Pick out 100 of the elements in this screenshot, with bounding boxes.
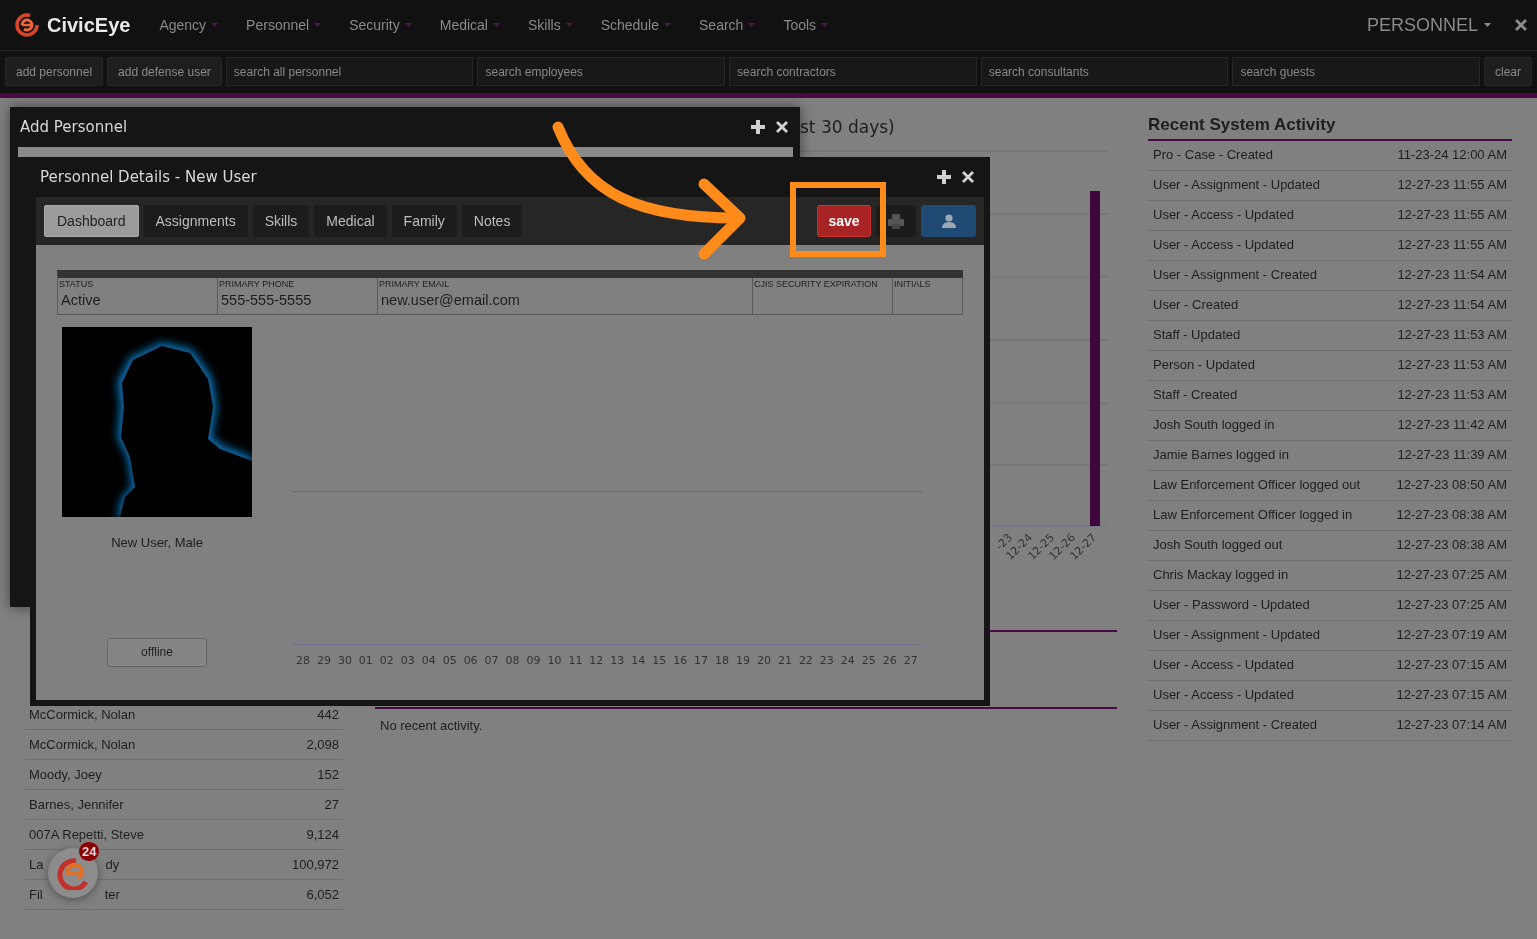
activity-event: User - Access - Updated: [1153, 656, 1294, 675]
field-label: INITIALS: [894, 279, 932, 290]
axis-label: 04: [421, 653, 436, 669]
search-field[interactable]: search consultants: [980, 57, 1229, 86]
activity-event: Jamie Barnes logged in: [1153, 446, 1289, 465]
user-icon: [941, 214, 956, 228]
activity-time: 11-23-24 12:00 AM: [1397, 146, 1507, 165]
menu-item[interactable]: Security: [340, 14, 421, 36]
menu-item[interactable]: Tools: [774, 14, 838, 36]
field-label: PRIMARY PHONE: [219, 279, 296, 290]
caret-icon: [664, 23, 672, 27]
axis-label: 28: [296, 653, 310, 669]
menu-item[interactable]: Schedule: [591, 14, 681, 36]
tab[interactable]: Family: [391, 205, 457, 237]
activity-event: User - Access - Updated: [1153, 206, 1294, 225]
activity-event: Pro - Case - Created: [1153, 146, 1273, 165]
axis-label: 17: [694, 653, 709, 669]
activity-event: Staff - Created: [1153, 386, 1238, 405]
axis-label: 26: [882, 653, 897, 669]
table-cell-text: ter: [104, 885, 120, 904]
brand-name: CivicEye: [47, 13, 131, 38]
close-icon[interactable]: [776, 121, 788, 133]
menu-item[interactable]: Personnel: [237, 14, 331, 36]
activity-time: 12-27-23 11:55 AM: [1397, 206, 1507, 225]
tab[interactable]: Skills: [252, 205, 310, 237]
search-field[interactable]: search guests: [1232, 57, 1480, 86]
menu-item[interactable]: Agency: [150, 14, 228, 36]
tab[interactable]: Dashboard: [44, 205, 139, 237]
tab[interactable]: Notes: [461, 205, 523, 237]
activity-time: 12-27-23 07:25 AM: [1396, 566, 1507, 585]
axis-label: 06: [463, 653, 478, 669]
status-button[interactable]: offline: [107, 637, 207, 667]
axis-label: 14: [631, 653, 646, 669]
table-cell-text: McCormick, Nolan: [29, 705, 136, 724]
toolbar-button[interactable]: add personnel: [5, 57, 104, 86]
caret-icon: [565, 23, 573, 27]
profile-button[interactable]: [921, 205, 976, 237]
logo-icon: [56, 856, 90, 890]
clear-button[interactable]: clear: [1484, 57, 1533, 86]
table-cell-text: 9,124: [306, 825, 339, 844]
activity-event: User - Assignment - Updated: [1153, 626, 1320, 645]
activity-time: 12-27-23 08:38 AM: [1396, 536, 1507, 555]
menu-item[interactable]: Search: [690, 14, 765, 36]
table-cell-text: 100,972: [292, 855, 339, 874]
table-cell-text: 6,052: [306, 885, 339, 904]
search-field[interactable]: search employees: [477, 57, 726, 86]
empty-message: No recent activity.: [379, 716, 484, 735]
axis-label: 16: [673, 653, 688, 669]
plus-icon[interactable]: [937, 170, 951, 184]
axis-label: 12: [589, 653, 604, 669]
activity-event: User - Assignment - Created: [1153, 716, 1317, 735]
activity-time: 12-27-23 07:25 AM: [1396, 596, 1507, 615]
logo-icon: [15, 13, 39, 37]
table-cell-text: Moody, Joey: [29, 765, 102, 784]
activity-event: Josh South logged out: [1153, 536, 1283, 555]
table-cell-text: 2,098: [306, 735, 339, 754]
chart-title: st 30 days): [800, 116, 895, 139]
field-value: 555-555-5555: [220, 291, 313, 310]
toolbar-button[interactable]: add defense user: [107, 57, 222, 86]
menu-item[interactable]: Skills: [518, 14, 582, 36]
printer-icon: [888, 213, 904, 229]
field-value: new.user@email.com: [380, 291, 521, 310]
axis-label: 21: [777, 653, 792, 669]
activity-time: 12-27-23 11:55 AM: [1397, 176, 1507, 195]
activity-event: Josh South logged in: [1153, 416, 1275, 435]
activity-time: 12-27-23 11:55 AM: [1397, 236, 1507, 255]
caret-icon: [748, 23, 756, 27]
table-cell-text: 442: [317, 705, 339, 724]
window-title: Personnel Details - New User: [40, 166, 257, 188]
activity-event: User - Assignment - Updated: [1153, 176, 1320, 195]
axis-label: 05: [442, 653, 457, 669]
section-menu[interactable]: PERSONNEL: [1360, 10, 1497, 40]
tab[interactable]: Medical: [314, 205, 387, 237]
activity-event: Law Enforcement Officer logged out: [1153, 476, 1361, 495]
caret-icon: [821, 23, 829, 27]
axis-label: 20: [756, 653, 771, 669]
close-icon[interactable]: [1515, 19, 1527, 31]
tab[interactable]: Assignments: [143, 205, 248, 237]
axis-label: 09: [526, 653, 541, 669]
save-button[interactable]: save: [817, 205, 871, 237]
table-cell-text: 007A Repetti, Steve: [29, 825, 144, 844]
activity-event: User - Access - Updated: [1153, 236, 1294, 255]
plus-icon[interactable]: [751, 120, 765, 134]
chat-launcher[interactable]: [48, 848, 98, 898]
activity-time: 12-27-23 07:15 AM: [1396, 686, 1507, 705]
axis-label: 19: [736, 653, 750, 669]
axis-label: 02: [379, 653, 394, 669]
field-label: PRIMARY EMAIL: [379, 279, 451, 290]
activity-time: 12-27-23 11:53 AM: [1397, 386, 1507, 405]
axis-label: 07: [484, 653, 499, 669]
person-name: New User, Male: [111, 534, 203, 552]
axis-label: 08: [505, 653, 520, 669]
activity-time: 12-27-23 11:39 AM: [1397, 446, 1507, 465]
search-field[interactable]: search contractors: [729, 57, 977, 86]
menu-item[interactable]: Medical: [430, 14, 509, 36]
activity-event: Person - Updated: [1153, 356, 1255, 375]
close-icon[interactable]: [962, 171, 974, 183]
axis-label: 13: [610, 653, 625, 669]
search-field[interactable]: search all personnel: [225, 57, 474, 86]
axis-label: 11: [568, 653, 583, 669]
